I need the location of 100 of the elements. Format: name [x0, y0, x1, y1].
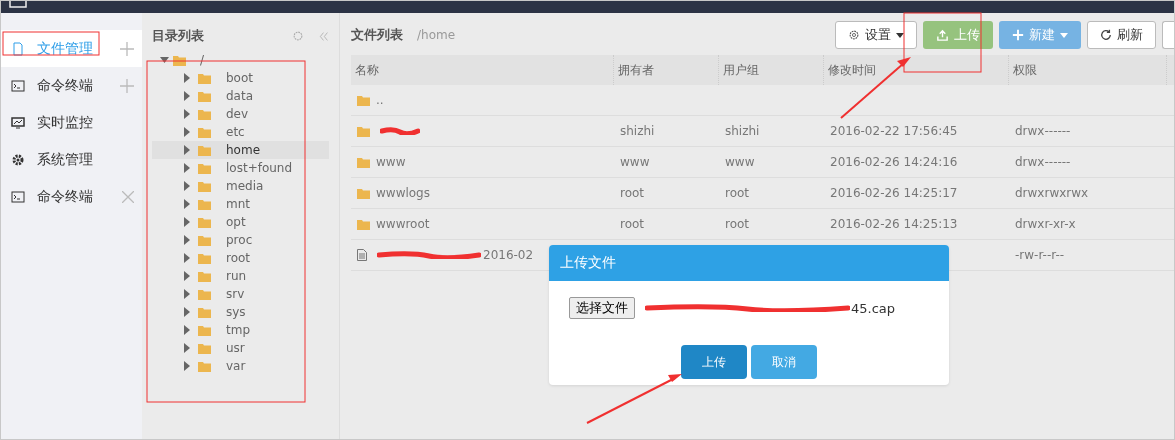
settings-icon	[292, 30, 304, 42]
expand-icon[interactable]	[182, 181, 191, 191]
sidebar-item[interactable]: 实时监控	[1, 104, 142, 141]
tree-item[interactable]: usr	[226, 341, 245, 355]
expand-icon[interactable]	[182, 109, 191, 119]
tree-item[interactable]: root	[226, 251, 251, 265]
table-cell-text: drwxr-xr-x	[1014, 216, 1077, 233]
dialog-title: 上传文件	[560, 254, 616, 272]
table-cell-text: www	[619, 154, 651, 171]
expand-icon[interactable]	[182, 325, 191, 335]
folder-icon	[198, 162, 211, 174]
table-cell-text: root	[619, 216, 646, 233]
column-header[interactable]: 名称	[351, 55, 614, 85]
sidebar-item[interactable]: 系统管理	[1, 141, 142, 178]
table-row[interactable]: wwwlogs root root 2016-02-26 14:25:17 drwxrwxrwx	[351, 178, 1174, 209]
expand-icon[interactable]	[182, 343, 191, 353]
column-header[interactable]: 用户组	[719, 55, 824, 85]
monitor-icon	[11, 115, 25, 130]
column-header[interactable]: 权限	[1009, 55, 1167, 85]
expand-icon[interactable]	[182, 127, 191, 137]
expand-icon[interactable]	[182, 145, 191, 155]
table-row[interactable]: shizhi shizhi 2016-02-22 17:56:45 drwx------	[351, 116, 1174, 147]
file-icon	[11, 41, 25, 56]
sidebar-item[interactable]: 命令终端	[1, 67, 142, 104]
toolbar-button[interactable]: 刷新	[1087, 21, 1156, 49]
table-cell-text: drwx------	[1014, 123, 1072, 140]
dialog-button[interactable]: 上传	[681, 345, 747, 379]
tree-item[interactable]: run	[226, 269, 247, 283]
tree-item[interactable]: dev	[226, 107, 249, 121]
tree-item[interactable]: proc	[226, 233, 253, 247]
tree-item[interactable]: srv	[226, 287, 245, 301]
table-cell-text: shizhi	[724, 123, 761, 140]
expand-icon[interactable]	[182, 307, 191, 317]
folder-icon	[198, 198, 211, 210]
expand-icon[interactable]	[182, 199, 191, 209]
tree-item[interactable]: boot	[226, 71, 253, 85]
folder-icon	[198, 126, 211, 138]
folder-icon	[357, 94, 370, 106]
table-row[interactable]: wwwroot root root 2016-02-26 14:25:13 drwxr-xr-x	[351, 209, 1174, 240]
table-cell: www	[376, 155, 406, 169]
table-cell-text: drwx------	[1014, 154, 1072, 171]
folder-icon	[198, 144, 211, 156]
table-row[interactable]: ..	[351, 85, 1174, 116]
panel-title: 目录列表	[152, 27, 204, 45]
folder-icon	[357, 156, 370, 168]
expand-icon[interactable]	[182, 235, 191, 245]
expand-icon[interactable]	[182, 91, 191, 101]
table-cell: wwwroot	[376, 217, 430, 231]
column-header[interactable]: 拥有者	[614, 55, 719, 85]
folder-icon	[198, 252, 211, 264]
expand-icon[interactable]	[182, 271, 191, 281]
tree-item[interactable]: etc	[226, 125, 245, 139]
annotation-arrow	[840, 57, 911, 119]
folder-icon	[198, 306, 211, 318]
dialog-button[interactable]: 取消	[751, 345, 817, 379]
table-cell: 2016-02	[483, 248, 534, 262]
expand-icon[interactable]	[182, 289, 191, 299]
table-cell: wwwlogs	[376, 186, 430, 200]
folder-icon	[198, 288, 211, 300]
choose-file-button[interactable]: 选择文件	[569, 297, 635, 319]
folder-icon	[198, 234, 211, 246]
folder-icon	[198, 342, 211, 354]
tree-item[interactable]: data	[226, 89, 254, 103]
tree-item[interactable]: var	[226, 359, 246, 373]
table-row[interactable]: www www www 2016-02-26 14:24:16 drwx------	[351, 147, 1174, 178]
tree-item[interactable]: home	[226, 143, 261, 157]
open-folder-icon	[173, 54, 186, 66]
panel-title: 文件列表	[351, 26, 403, 44]
tree-item[interactable]: sys	[226, 305, 246, 319]
tree-item[interactable]: lost+found	[226, 161, 293, 175]
table-cell: ..	[376, 93, 384, 107]
table-cell-text: 2016-02-22 17:56:45	[829, 123, 959, 140]
folder-icon	[357, 218, 370, 230]
table-cell-text: drwxrwxrwx	[1014, 185, 1090, 202]
expand-icon[interactable]	[182, 253, 191, 263]
tree-item[interactable]: media	[226, 179, 264, 193]
table-cell-text: root	[724, 185, 751, 202]
sidebar-item[interactable]: 命令终端	[1, 178, 142, 215]
settings-icon	[848, 29, 860, 41]
expand-icon[interactable]	[182, 217, 191, 227]
folder-icon	[198, 360, 211, 372]
tree-item[interactable]: tmp	[226, 323, 250, 337]
tree-item[interactable]: /	[200, 53, 205, 67]
toolbar-button[interactable]: 设置	[835, 21, 917, 49]
folder-icon	[357, 125, 370, 137]
expand-icon[interactable]	[182, 73, 191, 83]
selected-tree-row[interactable]: home	[152, 141, 329, 159]
plus-icon	[1012, 29, 1024, 41]
file-name: 45.cap	[641, 300, 896, 316]
folder-icon	[198, 72, 211, 84]
tree-item[interactable]: opt	[226, 215, 246, 229]
expand-icon[interactable]	[182, 163, 191, 173]
tree-item[interactable]: mnt	[226, 197, 250, 211]
expand-icon[interactable]	[182, 361, 191, 371]
current-path: /home	[417, 28, 456, 42]
collapse-icon[interactable]	[160, 55, 169, 65]
sidebar-item[interactable]: 文件管理	[1, 30, 142, 67]
document-icon	[357, 249, 367, 261]
gear-icon	[11, 152, 25, 167]
table-cell-text: shizhi	[619, 123, 656, 140]
